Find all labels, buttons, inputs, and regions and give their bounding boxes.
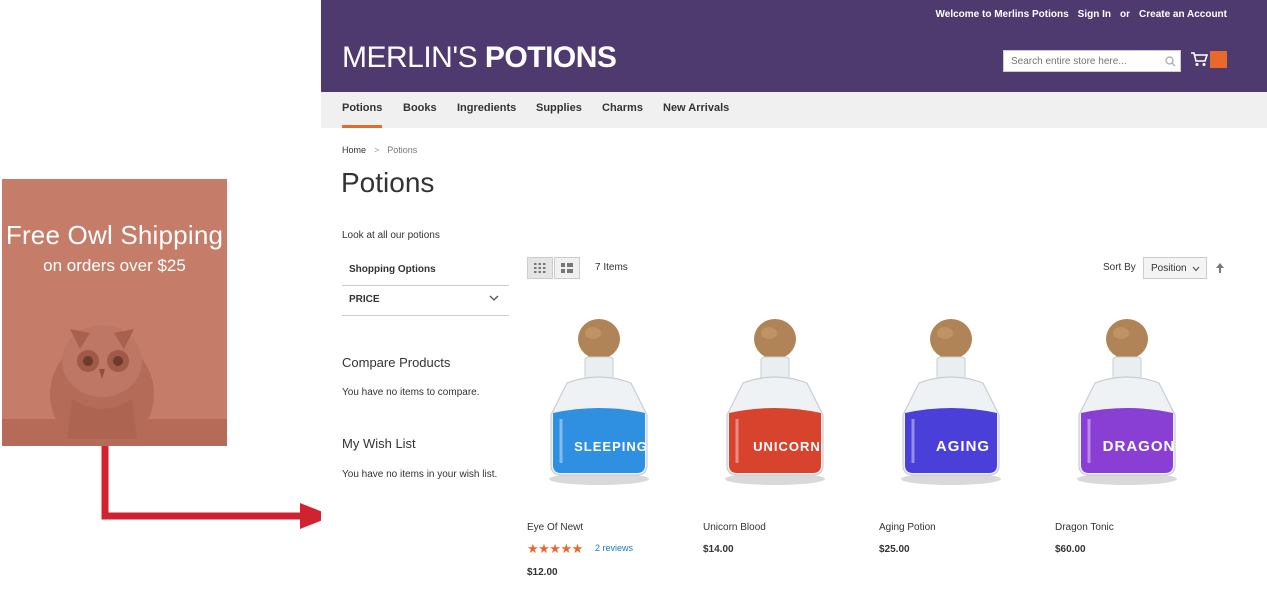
header-links: Welcome to Merlins Potions Sign In or Cr… (936, 9, 1228, 20)
logo-text-merlins: MERLIN'S (342, 41, 485, 74)
search-icon[interactable] (1160, 51, 1180, 71)
sign-in-link[interactable]: Sign In (1078, 9, 1111, 20)
bottle-neck (760, 356, 790, 380)
breadcrumb: Home > Potions (342, 145, 417, 155)
shopping-options-filter: Shopping Options PRICE (342, 258, 509, 316)
nav-item-ingredients[interactable]: Ingredients (457, 92, 516, 128)
product-price: $12.00 (527, 567, 558, 578)
list-view-button[interactable] (554, 257, 580, 279)
store-page: Welcome to Merlins Potions Sign In or Cr… (321, 0, 1267, 612)
items-count: 7 Items (595, 262, 628, 273)
logo-text-potions: POTIONS (484, 41, 617, 74)
bottle-neck (1112, 356, 1142, 380)
product-image-bottle[interactable]: AGING (889, 315, 1014, 490)
breadcrumb-home-link[interactable]: Home (342, 145, 366, 155)
price-filter-toggle[interactable]: PRICE (342, 286, 509, 316)
product-price: $25.00 (879, 544, 910, 555)
chevron-down-icon (1192, 266, 1200, 272)
welcome-text: Welcome to Merlins Potions (935, 9, 1069, 20)
free-shipping-banner[interactable]: Free Owl Shipping on orders over $25 (2, 179, 227, 446)
nav-item-supplies[interactable]: Supplies (536, 92, 582, 128)
shopping-options-title: Shopping Options (342, 258, 509, 286)
product-name-link[interactable]: Aging Potion (879, 522, 936, 533)
bottle-label-text: AGING (936, 438, 990, 455)
cork-highlight (761, 327, 777, 339)
chevron-down-icon (489, 295, 499, 301)
search-box (1003, 50, 1181, 72)
rating-stars: ★★★★★ (527, 541, 583, 556)
cork-stopper (578, 319, 620, 359)
product-name-link[interactable]: Eye Of Newt (527, 522, 583, 533)
compare-products-empty-text: You have no items to compare. (342, 387, 480, 398)
nav-item-new-arrivals[interactable]: New Arrivals (663, 92, 729, 128)
product-name-link[interactable]: Unicorn Blood (703, 522, 766, 533)
sort-direction-arrow-icon[interactable] (1215, 262, 1225, 274)
price-filter-label: PRICE (349, 294, 380, 305)
list-icon (561, 263, 573, 273)
breadcrumb-separator: > (374, 145, 380, 155)
cork-stopper (754, 319, 796, 359)
nav-item-charms[interactable]: Charms (602, 92, 643, 128)
cork-highlight (1113, 327, 1129, 339)
page-title: Potions (341, 167, 435, 198)
bottle-neck (936, 356, 966, 380)
cork-stopper (930, 319, 972, 359)
sort-by-label: Sort By (1103, 262, 1136, 273)
breadcrumb-current: Potions (387, 145, 418, 155)
site-header: Welcome to Merlins Potions Sign In or Cr… (321, 0, 1267, 92)
cork-highlight (585, 327, 601, 339)
bottle-label-text: UNICORN (753, 439, 821, 454)
owl-illustration (2, 325, 227, 446)
grid-view-button[interactable] (527, 257, 553, 279)
bottle-label-text: SLEEPING (574, 439, 648, 454)
cork-highlight (937, 327, 953, 339)
or-text: or (1120, 9, 1131, 20)
product-name-link[interactable]: Dragon Tonic (1055, 522, 1114, 533)
product-price: $14.00 (703, 544, 734, 555)
product-image-bottle[interactable]: DRAGON (1065, 315, 1190, 490)
main-navigation: Potions Books Ingredients Supplies Charm… (321, 92, 1267, 128)
site-logo[interactable]: MERLIN'S POTIONS (342, 41, 617, 75)
bottle-neck (584, 356, 614, 380)
category-description: Look at all our potions (342, 230, 440, 241)
grid-icon (534, 263, 546, 273)
page-root: Free Owl Shipping on orders over $25 Wel… (0, 0, 1267, 612)
cart-icon[interactable] (1190, 51, 1208, 67)
sort-by-select[interactable]: Position (1143, 257, 1207, 279)
search-input[interactable] (1004, 51, 1160, 71)
compare-products-title: Compare Products (342, 355, 451, 370)
banner-title: Free Owl Shipping (5, 220, 224, 250)
product-image-bottle[interactable]: SLEEPING (537, 315, 662, 490)
sort-by-value: Position (1151, 263, 1187, 274)
wish-list-empty-text: You have no items in your wish list. (342, 469, 498, 480)
wish-list-title: My Wish List (342, 436, 416, 451)
product-image-bottle[interactable]: UNICORN (713, 315, 838, 490)
create-account-link[interactable]: Create an Account (1139, 9, 1227, 20)
red-arrow-graphic (101, 446, 333, 529)
product-price: $60.00 (1055, 544, 1086, 555)
cart-counter-badge[interactable] (1210, 51, 1227, 68)
nav-item-potions[interactable]: Potions (342, 92, 383, 128)
reviews-link[interactable]: 2 reviews (595, 543, 633, 553)
banner-subtitle: on orders over $25 (43, 256, 186, 275)
bottle-label-text: DRAGON (1103, 438, 1176, 455)
products-toolbar: 7 Items Sort By Position (527, 257, 1227, 279)
nav-item-books[interactable]: Books (403, 92, 437, 128)
cork-stopper (1106, 319, 1148, 359)
